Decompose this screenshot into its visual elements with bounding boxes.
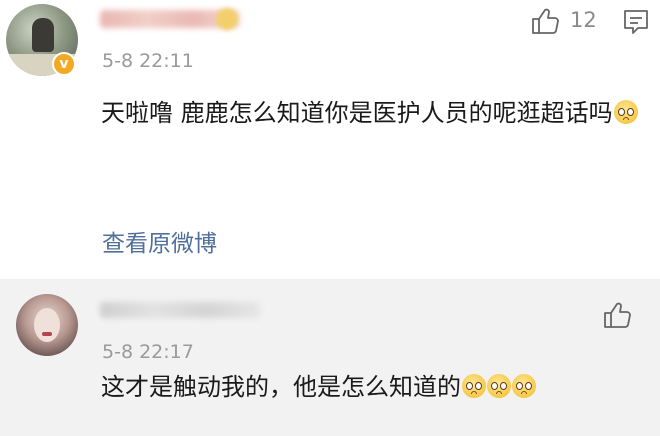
comment-card-2: [0, 279, 660, 436]
avatar[interactable]: [16, 294, 78, 356]
like-count: 12: [570, 8, 597, 32]
view-original-post-link[interactable]: 查看原微博: [102, 224, 217, 258]
thumbs-up-icon[interactable]: [602, 300, 632, 330]
comment-text: 天啦噜 鹿鹿怎么知道你是医护人员的呢逛超话吗: [101, 94, 641, 132]
pleading-face-emoji: [462, 374, 486, 398]
comment-icon[interactable]: [622, 8, 650, 36]
thumbs-up-icon[interactable]: [530, 6, 560, 36]
username-blurred[interactable]: [100, 302, 260, 318]
comment-text-content: 天啦噜 鹿鹿怎么知道你是医护人员的呢逛超话吗: [101, 99, 613, 127]
pleading-face-emoji: [487, 374, 511, 398]
comment-text: 这才是触动我的，他是怎么知道的: [101, 368, 621, 406]
comment-card-1: v 5-8 22:11 12 天啦噜 鹿鹿怎么知道你是医护人员的呢逛超话吗 查看…: [0, 0, 660, 279]
timestamp: 5-8 22:11: [102, 50, 194, 72]
verified-badge: v: [52, 52, 76, 76]
pleading-face-emoji: [613, 100, 638, 124]
pleading-face-emoji: [512, 374, 536, 398]
comment-text-content: 这才是触动我的，他是怎么知道的: [101, 373, 461, 401]
timestamp: 5-8 22:17: [102, 341, 194, 363]
username-emoji-blurred: [216, 8, 238, 30]
